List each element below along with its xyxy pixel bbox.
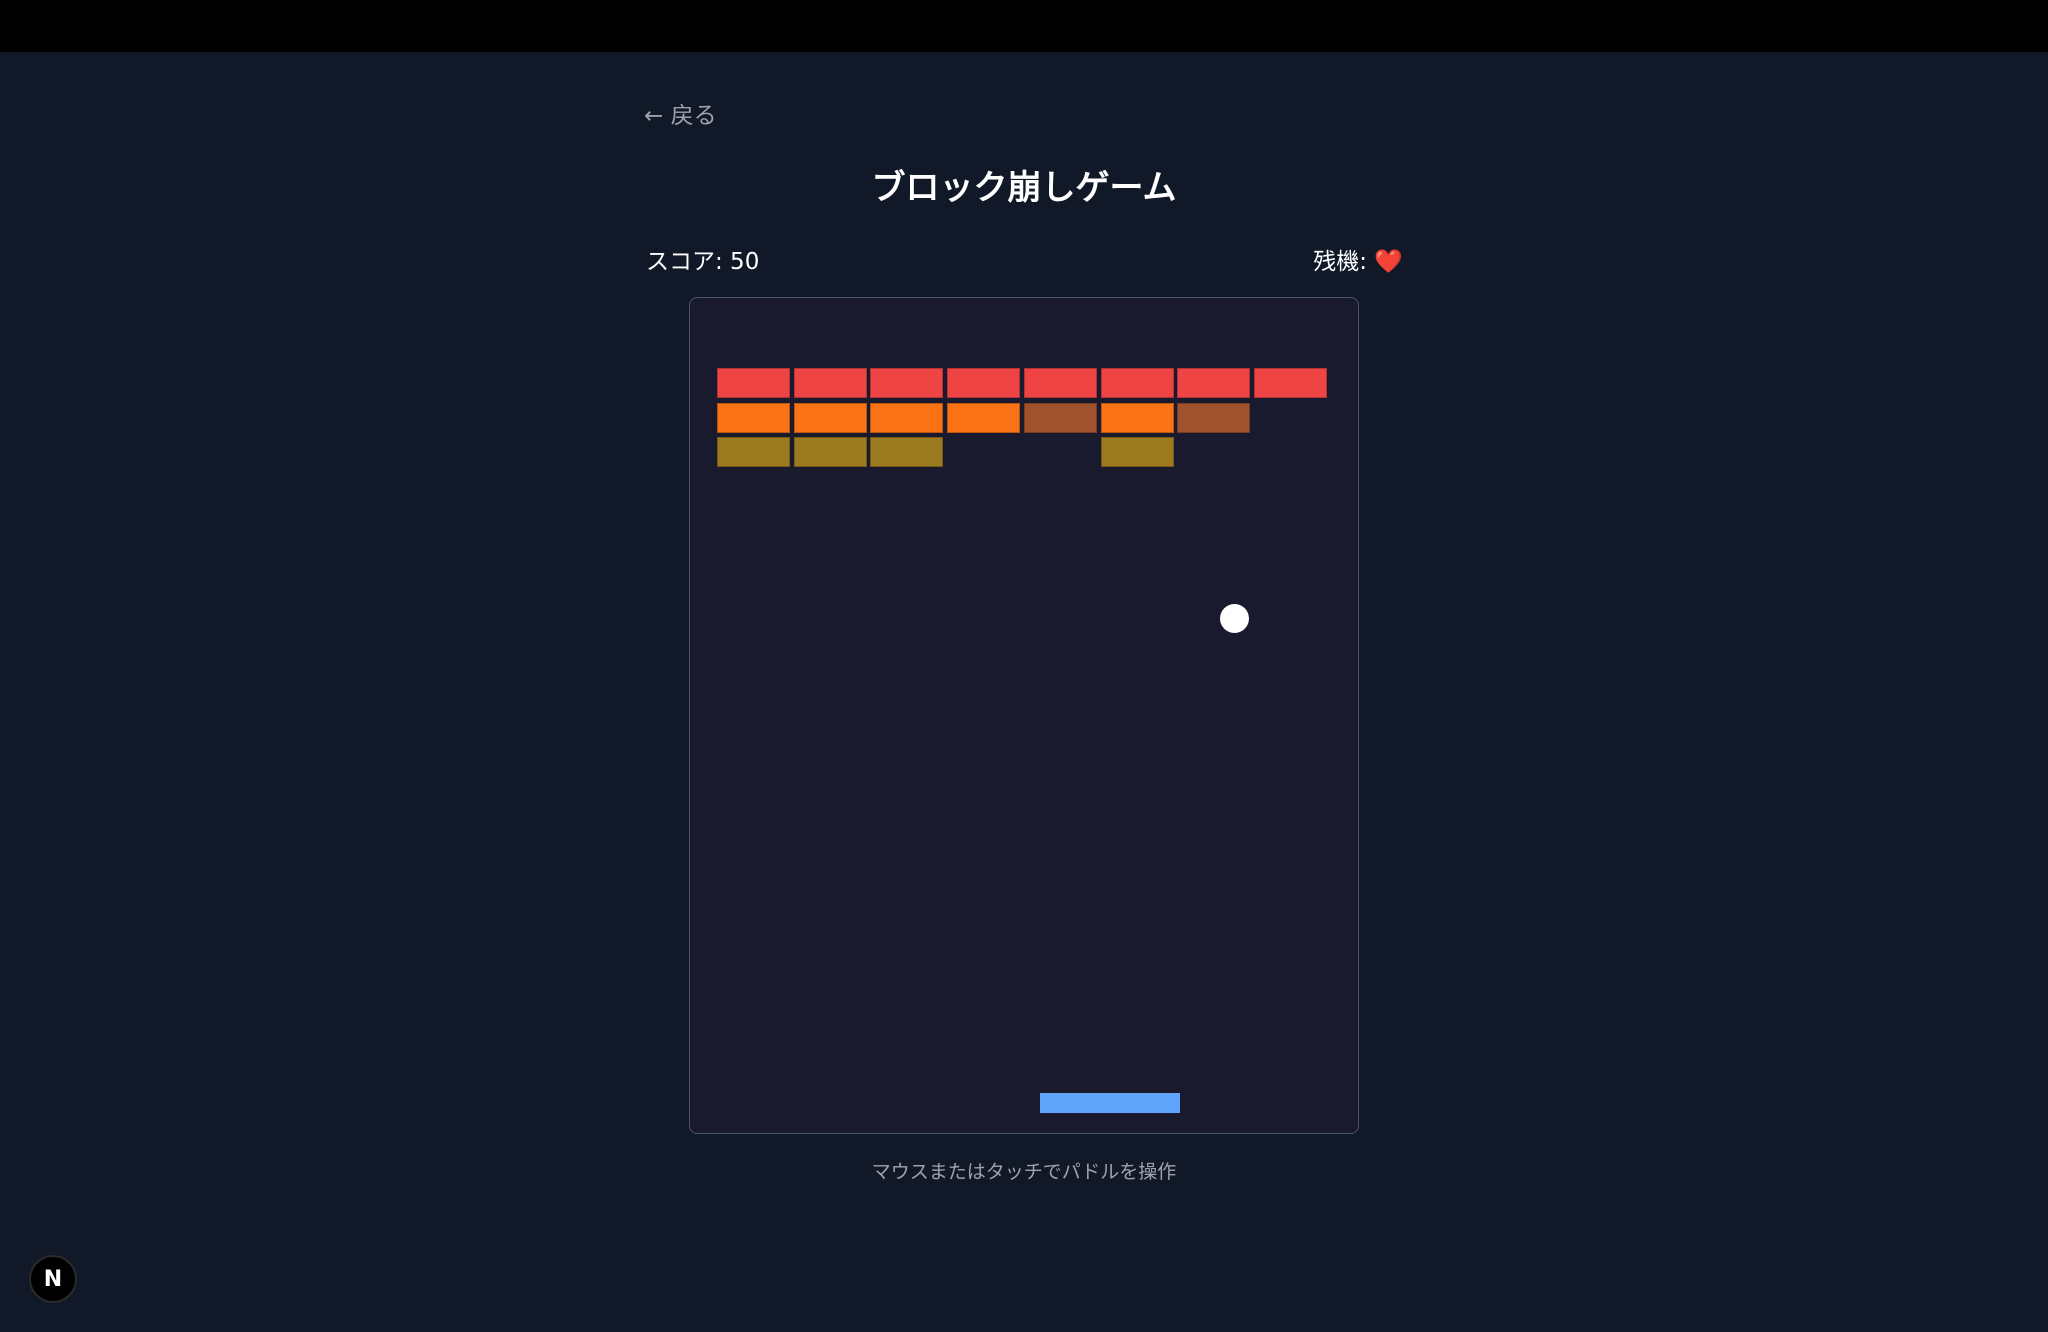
instructions-text: マウスまたはタッチでパドルを操作 — [871, 1161, 1177, 1183]
nextjs-icon[interactable]: N — [29, 1255, 77, 1303]
brick — [717, 437, 790, 467]
brick — [717, 402, 790, 433]
brick — [793, 402, 867, 433]
brick — [947, 368, 1021, 398]
brick — [870, 402, 944, 433]
brick — [717, 368, 790, 398]
brick — [1023, 368, 1097, 398]
brick — [947, 402, 1021, 433]
brick — [793, 437, 867, 467]
lives-label: 残機: — [1313, 249, 1375, 275]
brick — [1100, 437, 1174, 467]
page-title: ブロック崩しゲーム — [871, 168, 1177, 208]
brick — [1253, 368, 1327, 398]
brick — [1177, 368, 1251, 398]
brick — [1100, 368, 1174, 398]
brick — [793, 368, 867, 398]
browser-top-bar — [0, 0, 2048, 52]
brick — [1100, 402, 1174, 433]
brick — [870, 368, 944, 398]
score-display: スコア: 50 — [646, 249, 760, 275]
ball — [1220, 604, 1249, 633]
back-link[interactable]: ← 戻る — [644, 96, 717, 130]
heart-icon: ❤️ — [1374, 249, 1403, 275]
lives-display: 残機: ❤️ — [1313, 242, 1403, 276]
brick — [1023, 402, 1097, 433]
paddle[interactable] — [1040, 1093, 1180, 1113]
brick — [1177, 402, 1251, 433]
game-canvas[interactable] — [689, 297, 1359, 1134]
brick — [870, 437, 944, 467]
